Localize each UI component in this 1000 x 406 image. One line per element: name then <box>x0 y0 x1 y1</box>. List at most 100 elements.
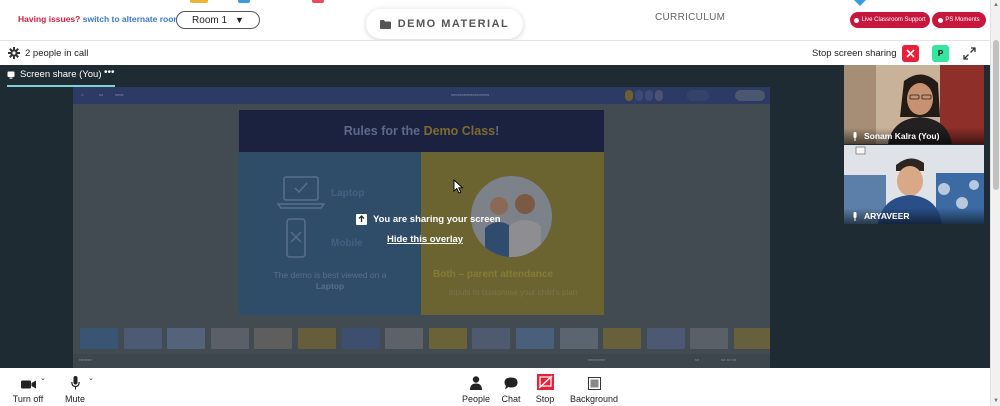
turn-off-label: Turn off <box>12 394 44 404</box>
chevron-down-icon[interactable]: ⌄ <box>40 374 46 382</box>
folder-icon <box>379 19 391 29</box>
slide-title: Rules for the Demo Class! <box>239 110 604 152</box>
switch-room-link[interactable]: switch to alternate room <box>83 14 181 24</box>
stop-share-icon <box>536 368 554 390</box>
people-button[interactable]: People <box>459 368 493 406</box>
scroll-thumb[interactable] <box>993 40 999 190</box>
slide-thumbnail[interactable] <box>516 328 554 349</box>
status-glyph: ▭ ▭ ▭ <box>721 357 737 362</box>
hide-overlay-link[interactable]: Hide this overlay <box>387 234 463 245</box>
status-glyph: ▭ <box>695 357 700 362</box>
participant-name: Sonam Kalra (You) <box>864 131 940 141</box>
slide-thumbnail[interactable] <box>385 328 424 349</box>
collaborator-avatar <box>645 90 653 101</box>
stop-sharing-button[interactable] <box>902 45 919 62</box>
slide-thumbnail[interactable] <box>690 328 729 349</box>
background-icon <box>587 368 601 390</box>
moments-icon <box>938 17 944 23</box>
stop-screen-sharing-label[interactable]: Stop screen sharing <box>812 48 897 59</box>
decorative-stripe <box>190 0 208 3</box>
background-label: Background <box>569 394 619 404</box>
slide-title-accent: Demo Class <box>423 124 496 138</box>
slide-title-end: ! <box>495 124 500 138</box>
slide-thumbnail[interactable] <box>123 328 162 349</box>
indicator-notch <box>854 0 866 6</box>
screen-share-tab[interactable]: Screen share (You) <box>7 69 102 80</box>
page-scrollbar[interactable]: ▲ ▼ <box>990 0 1000 406</box>
stop-label: Stop <box>535 394 555 404</box>
attendance-label: Both – parent attendance <box>433 269 554 280</box>
demo-material-button[interactable]: DEMO MATERIAL <box>366 9 523 39</box>
slide-thumbnail[interactable] <box>298 328 336 349</box>
fullscreen-icon[interactable] <box>962 46 977 61</box>
screen-share-icon <box>7 71 15 79</box>
share-chip <box>735 90 765 101</box>
room-value: Room 1 <box>192 14 228 26</box>
laptop-icon <box>277 176 325 209</box>
presentation-statusbar: ▭▭▭ ▭▭▭▭ ▭ ▭ ▭ ▭ <box>73 354 770 368</box>
sharing-overlay: You are sharing your screen <box>356 214 501 225</box>
call-controls: Turn off ⌄ Mute ⌄ People Chat Stop Backg… <box>0 368 990 406</box>
slide-thumbnail[interactable] <box>210 328 249 349</box>
inputs-note: Inputs to customise your child's plan <box>448 288 578 297</box>
slide-thumbnail[interactable] <box>341 328 380 349</box>
participant-tile-sonam[interactable]: Sonam Kalra (You) <box>844 65 984 144</box>
chat-bubble-icon <box>504 368 518 390</box>
scroll-up-arrow-icon[interactable]: ▲ <box>993 2 999 8</box>
slide-thumbnail[interactable] <box>428 328 467 349</box>
chevron-down-icon[interactable]: ⌄ <box>88 374 94 382</box>
microphone-icon <box>853 211 857 221</box>
slide-thumbnail[interactable] <box>603 328 642 349</box>
curriculum-tab[interactable]: CURRICULUM <box>655 12 725 23</box>
scroll-down-arrow-icon[interactable]: ▼ <box>993 398 999 404</box>
chat-label: Chat <box>501 394 521 404</box>
participant-badge[interactable]: P <box>932 45 949 62</box>
live-support-label: Live Classroom Support <box>861 17 926 23</box>
mouse-cursor-icon <box>453 179 464 194</box>
laptop-note: The demo is best viewed on a Laptop <box>265 270 395 292</box>
more-options-icon[interactable]: ••• <box>104 67 115 78</box>
person-icon <box>470 368 482 390</box>
slide-thumbnail[interactable] <box>254 328 293 349</box>
app-window: Having issues? switch to alternate room … <box>0 0 1000 406</box>
mobile-icon <box>286 218 306 258</box>
microphone-icon <box>70 368 80 390</box>
demo-material-label: DEMO MATERIAL <box>397 18 510 30</box>
slide-thumbnail[interactable] <box>734 328 770 349</box>
people-count: 2 people in call <box>25 48 89 59</box>
toolbar-glyph: ▭ <box>99 92 104 97</box>
close-icon <box>906 49 915 58</box>
gear-icon[interactable] <box>8 47 20 59</box>
alternate-room-notice: Having issues? switch to alternate room <box>18 14 181 24</box>
slide-canvas: Rules for the Demo Class! Laptop Mobile <box>239 110 604 315</box>
present-chip <box>687 90 709 101</box>
slide-thumbnail[interactable] <box>80 328 118 349</box>
decorative-stripe <box>312 0 324 3</box>
toolbar-glyph: ⌂ <box>81 92 84 97</box>
stop-share-button[interactable]: Stop <box>533 368 557 406</box>
laptop-note-bold: Laptop <box>315 281 345 291</box>
video-stage: Screen share (You) ••• ⌂ ▭ ▭▭ ▭▭▭▭▭▭▭▭▭ <box>0 65 990 368</box>
room-select[interactable]: Room 1 ▼ <box>176 11 260 29</box>
ps-moments-button[interactable]: PS Moments <box>932 12 986 28</box>
upload-screen-icon <box>356 214 367 225</box>
mute-button[interactable]: Mute <box>62 368 88 406</box>
top-bar: Having issues? switch to alternate room … <box>0 0 1000 40</box>
presentation-toolbar: ⌂ ▭ ▭▭ ▭▭▭▭▭▭▭▭▭ <box>73 87 770 104</box>
live-support-button[interactable]: Live Classroom Support <box>850 12 930 28</box>
caret-down-icon: ▼ <box>235 15 244 25</box>
slide-thumbnail[interactable] <box>167 328 206 349</box>
collaborator-avatar <box>625 90 633 101</box>
slide-thumbnail[interactable] <box>559 328 598 349</box>
background-button[interactable]: Background <box>568 368 620 406</box>
participant-tile-aryaveer[interactable]: ARYAVEER <box>844 145 984 224</box>
call-header: 2 people in call Stop screen sharing P <box>0 40 990 65</box>
participant-name-bar: Sonam Kalra (You) <box>844 128 984 144</box>
slide-thumbnail[interactable] <box>646 328 685 349</box>
chat-button[interactable]: Chat <box>499 368 523 406</box>
slide-thumbnail[interactable] <box>472 328 511 349</box>
shared-screen-preview: ⌂ ▭ ▭▭ ▭▭▭▭▭▭▭▭▭ Rules for the Demo Clas… <box>73 87 770 368</box>
ps-moments-label: PS Moments <box>945 17 980 23</box>
collaborator-avatar <box>635 90 643 101</box>
presentation-filename: ▭▭▭▭▭▭▭▭▭ <box>451 92 490 97</box>
